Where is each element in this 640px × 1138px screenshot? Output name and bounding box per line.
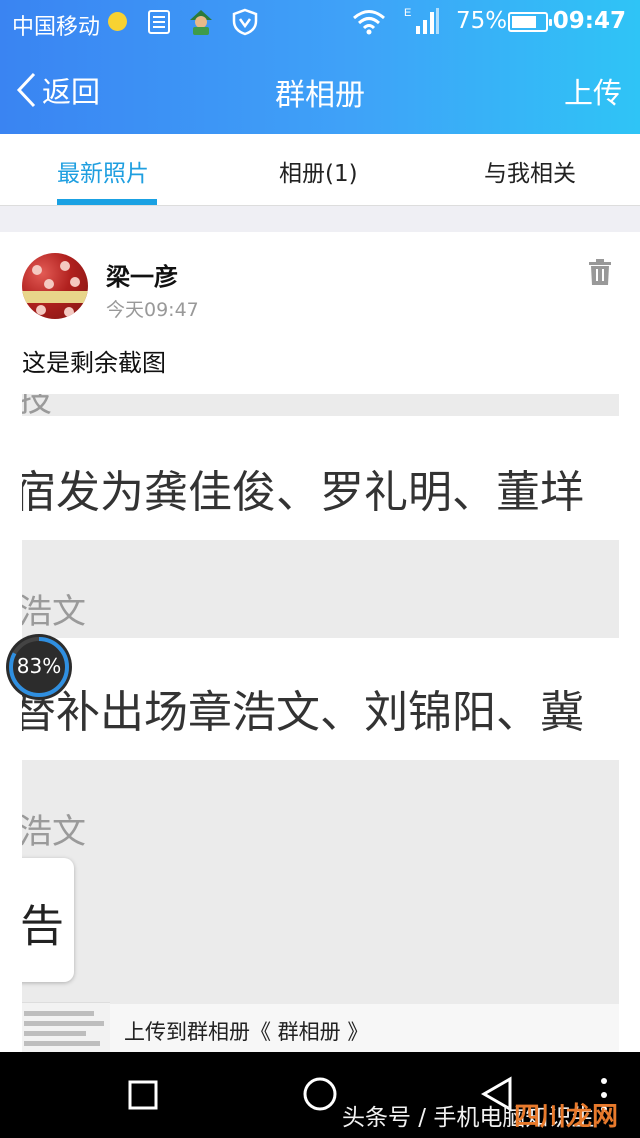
app-character-icon <box>190 10 212 35</box>
active-tab-indicator <box>57 199 157 205</box>
battery-percent: 75% <box>456 8 508 34</box>
page-title: 群相册 <box>275 78 365 113</box>
image-text-line-3: 替补出场章浩文、刘锦阳、冀 <box>22 687 584 738</box>
image-card-text: 告 <box>22 901 64 952</box>
recent-apps-icon[interactable] <box>128 1080 158 1110</box>
status-bar: 中国移动 E 75% 09:47 <box>0 0 640 46</box>
post-image[interactable]: 技 宿发为龚佳俊、罗礼明、董垟 浩文 替补出场章浩文、刘锦阳、冀 浩文 告 <box>22 394 619 1052</box>
upload-destination-text: 上传到群相册《 群相册 》 <box>124 1020 369 1044</box>
home-icon[interactable] <box>302 1076 338 1112</box>
battery-icon <box>508 12 552 32</box>
post-time: 今天09:47 <box>106 299 199 321</box>
upload-thumbnail[interactable] <box>22 1002 110 1052</box>
watermark-logo-text: 四川龙网 <box>514 1102 619 1132</box>
carrier-label: 中国移动 <box>12 15 101 40</box>
widget-percent: 83% <box>16 654 62 678</box>
floating-battery-widget[interactable]: 83% <box>6 634 72 700</box>
photo-post: 梁一彦 今天09:47 这是剩余截图 技 宿发为龚佳俊、罗礼明、董垟 浩文 替补… <box>0 232 640 1052</box>
image-card: 告 <box>22 858 74 982</box>
upload-destination-bar[interactable]: 上传到群相册《 群相册 》 <box>110 1004 619 1052</box>
sim-card-icon <box>148 10 170 34</box>
avatar[interactable] <box>22 253 88 319</box>
image-text-line-1: 宿发为龚佳俊、罗礼明、董垟 <box>22 467 584 518</box>
post-caption: 这是剩余截图 <box>22 349 166 377</box>
status-time: 09:47 <box>552 8 626 34</box>
tab-related-to-me[interactable]: 与我相关 <box>484 154 576 188</box>
signal-icon: E <box>404 7 439 34</box>
tab-latest-photos[interactable]: 最新照片 <box>57 154 149 188</box>
network-type-label: E <box>404 7 411 19</box>
notification-dot-icon <box>108 12 127 31</box>
author-name[interactable]: 梁一彦 <box>106 257 178 292</box>
trash-icon[interactable] <box>588 258 612 286</box>
wifi-icon <box>353 10 385 35</box>
section-divider <box>0 206 640 232</box>
upload-button[interactable]: 上传 <box>564 70 622 112</box>
tab-albums[interactable]: 相册(1) <box>279 154 358 188</box>
shield-icon <box>232 8 258 36</box>
image-text-line-2: 浩文 <box>22 592 86 632</box>
nav-bar: 返回 群相册 上传 <box>0 46 640 134</box>
app-header: 中国移动 E 75% 09:47 返回 群相册 上传 <box>0 0 640 134</box>
tab-bar: 最新照片 相册(1) 与我相关 <box>0 134 640 206</box>
image-text-line-4: 浩文 <box>22 812 86 852</box>
